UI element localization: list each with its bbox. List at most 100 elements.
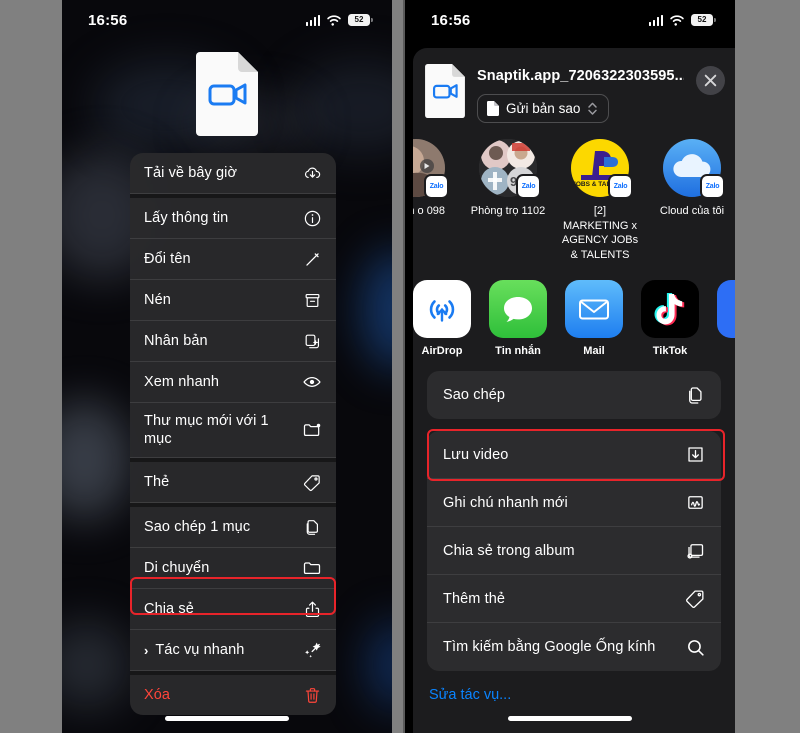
zalo-badge-icon: Zalo xyxy=(516,174,541,199)
info-circle-icon xyxy=(301,207,323,229)
send-copy-label: Gửi bản sao xyxy=(506,101,581,116)
magic-wand-icon xyxy=(301,639,323,661)
action-item-copy[interactable]: Sao chép xyxy=(427,371,721,419)
menu-item-label: Xem nhanh xyxy=(144,373,220,390)
home-indicator xyxy=(165,716,289,721)
share-app-messages[interactable]: Tin nhắn xyxy=(489,280,547,357)
close-button[interactable] xyxy=(696,66,725,95)
archive-box-icon xyxy=(301,289,323,311)
action-item-save-video[interactable]: Lưu video xyxy=(427,431,721,480)
contact-name: Phòng trọ 1102 xyxy=(470,205,546,217)
contact-item[interactable]: Zalo phụ h o 098 xyxy=(413,139,455,262)
action-label: Thêm thẻ xyxy=(443,590,506,607)
app-label: Tin nhắn xyxy=(495,345,541,358)
eye-icon xyxy=(301,371,323,393)
menu-item-rename[interactable]: Đổi tên xyxy=(130,239,336,280)
facebook-icon xyxy=(717,280,735,339)
action-label: Lưu video xyxy=(443,446,509,463)
video-document-icon xyxy=(62,52,392,136)
menu-item-duplicate[interactable]: Nhân bản xyxy=(130,321,336,362)
new-folder-icon xyxy=(301,419,323,441)
quick-note-icon xyxy=(683,491,707,515)
action-label: Ghi chú nhanh mới xyxy=(443,494,568,511)
app-label: Mail xyxy=(583,345,605,358)
action-label: Chia sẻ trong album xyxy=(443,542,575,559)
home-indicator xyxy=(508,716,632,721)
menu-item-label: Đổi tên xyxy=(144,250,191,267)
share-app-airdrop[interactable]: AirDrop xyxy=(413,280,471,357)
status-time: 16:56 xyxy=(431,11,471,29)
contact-suggestions-row[interactable]: Zalo phụ h o 098 xyxy=(413,133,735,272)
contact-item[interactable]: 99+ Zalo Phòng trọ 1102 xyxy=(469,139,547,262)
contact-item[interactable]: Zalo Cloud của tôi xyxy=(653,139,731,262)
zalo-badge-icon: Zalo xyxy=(424,174,449,199)
battery-icon: 52 xyxy=(691,14,716,26)
battery-level: 52 xyxy=(354,15,364,24)
screenshot-stage: 16:56 52 Tải về bây giờ Lấy thông tin Đổ… xyxy=(0,0,800,733)
menu-item-download-now[interactable]: Tải về bây giờ xyxy=(130,153,336,194)
menu-item-label: Xóa xyxy=(144,687,171,704)
shared-album-icon xyxy=(683,539,707,563)
close-icon xyxy=(704,74,717,87)
action-group-copy: Sao chép xyxy=(427,371,721,420)
video-document-icon xyxy=(425,64,465,118)
menu-item-delete[interactable]: Xóa xyxy=(130,671,336,715)
duplicate-icon xyxy=(301,330,323,352)
menu-item-quick-actions[interactable]: › Tác vụ nhanh xyxy=(130,630,336,672)
menu-item-new-folder[interactable]: Thư mục mới với 1 mục xyxy=(130,403,336,459)
save-download-icon xyxy=(683,443,707,467)
signal-bars-icon xyxy=(648,14,663,26)
app-label: AirDrop xyxy=(421,345,463,358)
app-label: TikTok xyxy=(652,345,688,358)
action-item-share-in-album[interactable]: Chia sẻ trong album xyxy=(427,527,721,576)
action-item-add-tag[interactable]: Thêm thẻ xyxy=(427,575,721,624)
action-item-google-lens[interactable]: Tìm kiếm bằng Google Ống kính xyxy=(427,623,721,671)
share-app-tiktok[interactable]: TikTok xyxy=(641,280,699,357)
battery-level: 52 xyxy=(697,15,707,24)
share-sheet-header: Snaptik.app_7206322303595... Gửi bản sao xyxy=(413,48,735,133)
wifi-icon xyxy=(327,15,341,26)
contact-name: [2] MARKETING x AGENCY JOBs & TALENTS xyxy=(561,205,639,261)
share-sheet: Snaptik.app_7206322303595... Gửi bản sao xyxy=(413,48,735,733)
messages-icon xyxy=(489,280,547,339)
action-label: Tìm kiếm bằng Google Ống kính xyxy=(443,639,656,656)
contact-item[interactable]: JOBS & TALENTS Zalo [2] MARKETING x AGEN… xyxy=(561,139,639,262)
pencil-icon xyxy=(301,248,323,270)
battery-icon: 52 xyxy=(348,14,373,26)
badge-label: Zalo xyxy=(613,183,628,190)
action-item-quick-note[interactable]: Ghi chú nhanh mới xyxy=(427,479,721,528)
menu-item-get-info[interactable]: Lấy thông tin xyxy=(130,194,336,239)
menu-item-move[interactable]: Di chuyển xyxy=(130,548,336,590)
wifi-icon xyxy=(670,15,684,26)
shared-file-title: Snaptik.app_7206322303595... xyxy=(477,68,684,84)
edit-actions-link[interactable]: Sửa tác vụ... xyxy=(413,683,735,703)
chevron-up-down-icon xyxy=(588,102,598,115)
context-menu[interactable]: Tải về bây giờ Lấy thông tin Đổi tên Nén… xyxy=(130,153,336,716)
tag-icon xyxy=(301,471,323,493)
zalo-badge-icon: Zalo xyxy=(700,174,725,199)
cloud-download-icon xyxy=(301,162,323,184)
menu-item-compress[interactable]: Nén xyxy=(130,280,336,321)
contact-name: Cloud của tôi xyxy=(659,205,725,217)
share-icon xyxy=(301,598,323,620)
menu-item-quick-look[interactable]: Xem nhanh xyxy=(130,362,336,403)
menu-item-label: Tải về bây giờ xyxy=(144,164,238,181)
folder-icon xyxy=(301,557,323,579)
menu-item-tags[interactable]: Thẻ xyxy=(130,458,336,504)
menu-item-label: Lấy thông tin xyxy=(144,209,229,226)
share-app-facebook[interactable]: Fa xyxy=(717,280,735,357)
action-label: Sao chép xyxy=(443,387,506,404)
menu-item-share[interactable]: Chia sẻ xyxy=(130,589,336,631)
share-apps-row[interactable]: AirDrop Tin nhắn Mail TikTok xyxy=(413,272,735,371)
status-indicators: 52 xyxy=(305,14,373,26)
action-group-main: Lưu video Ghi chú nhanh mới Chia sẻ tron… xyxy=(427,431,721,672)
badge-label: Zalo xyxy=(429,183,444,190)
menu-item-copy-item[interactable]: Sao chép 1 mục xyxy=(130,503,336,549)
contact-name: phụ h o 098 xyxy=(413,205,446,217)
send-copy-dropdown[interactable]: Gửi bản sao xyxy=(477,94,610,123)
share-app-mail[interactable]: Mail xyxy=(565,280,623,357)
menu-item-label: Sao chép 1 mục xyxy=(144,519,251,536)
status-indicators: 52 xyxy=(648,14,716,26)
left-phone-screen: 16:56 52 Tải về bây giờ Lấy thông tin Đổ… xyxy=(62,0,392,733)
zalo-badge-icon: Zalo xyxy=(608,174,633,199)
